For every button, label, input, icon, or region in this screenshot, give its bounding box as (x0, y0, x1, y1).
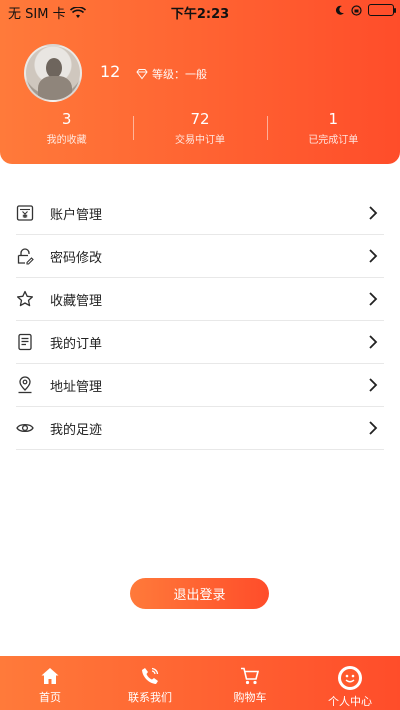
chevron-right-icon (369, 292, 378, 306)
stat-orders-completed[interactable]: 1 已完成订单 (266, 110, 400, 150)
menu-item-label: 收藏管理 (50, 293, 103, 309)
menu-item-label: 账户管理 (50, 207, 103, 223)
stat-label: 已完成订单 (308, 135, 359, 146)
menu-item-label: 地址管理 (50, 379, 103, 395)
document-icon (16, 333, 34, 351)
eye-icon (16, 419, 34, 437)
stat-orders-in-progress[interactable]: 72 交易中订单 (133, 110, 266, 150)
tab-label: 首页 (39, 691, 61, 704)
tab-home[interactable]: 首页 (0, 656, 100, 710)
star-icon (16, 290, 34, 308)
stat-value: 1 (328, 110, 339, 128)
profile-header: 无 SIM 卡 下午2:23 12 等级：一般 3 我的收藏 72 交易中订单 … (0, 0, 400, 164)
chevron-right-icon (369, 206, 378, 220)
phone-icon (142, 667, 159, 684)
menu-item-address[interactable]: 地址管理 (16, 364, 384, 407)
battery-icon (368, 4, 396, 16)
menu-item-password[interactable]: 密码修改 (16, 235, 384, 278)
yen-card-icon (16, 204, 34, 222)
lock-edit-icon (16, 247, 34, 265)
tab-profile[interactable]: 个人中心 (300, 656, 400, 710)
avatar[interactable] (24, 44, 82, 102)
stats-row: 3 我的收藏 72 交易中订单 1 已完成订单 (0, 110, 400, 150)
stat-label: 交易中订单 (174, 135, 225, 146)
member-level: 等级：一般 (136, 66, 207, 82)
menu-item-label: 我的足迹 (50, 422, 103, 438)
diamond-icon (136, 69, 148, 80)
stat-value: 72 (190, 110, 210, 128)
username: 12 (100, 62, 121, 81)
chevron-right-icon (369, 249, 378, 263)
stat-label: 我的收藏 (46, 135, 87, 146)
home-icon (41, 668, 59, 684)
bottom-tab-bar: 首页 联系我们 购物车 个人中心 (0, 656, 400, 710)
tab-label: 购物车 (233, 691, 267, 704)
orientation-lock-icon (351, 4, 362, 16)
menu-item-orders[interactable]: 我的订单 (16, 321, 384, 364)
menu-item-label: 我的订单 (50, 336, 103, 352)
chevron-right-icon (369, 378, 378, 392)
stat-value: 3 (61, 110, 72, 128)
status-bar: 无 SIM 卡 下午2:23 (0, 0, 400, 22)
tab-label: 联系我们 (128, 691, 172, 704)
tab-cart[interactable]: 购物车 (200, 656, 300, 710)
chevron-right-icon (369, 421, 378, 435)
menu-item-account[interactable]: 账户管理 (16, 192, 384, 235)
menu-item-history[interactable]: 我的足迹 (16, 407, 384, 450)
settings-menu: 账户管理 密码修改 收藏管理 我的订单 地址管理 我的足迹 (16, 192, 384, 450)
member-level-text: 等级：一般 (152, 68, 207, 81)
tab-label: 个人中心 (328, 695, 372, 708)
moon-icon (335, 5, 344, 15)
location-pin-icon (16, 376, 34, 394)
smile-face-icon (338, 666, 362, 690)
logout-button[interactable]: 退出登录 (130, 578, 269, 609)
tab-contact[interactable]: 联系我们 (100, 656, 200, 710)
menu-item-label: 密码修改 (50, 250, 103, 266)
menu-item-favorites[interactable]: 收藏管理 (16, 278, 384, 321)
chevron-right-icon (369, 335, 378, 349)
stat-favorites[interactable]: 3 我的收藏 (0, 110, 133, 150)
cart-icon (241, 667, 260, 685)
